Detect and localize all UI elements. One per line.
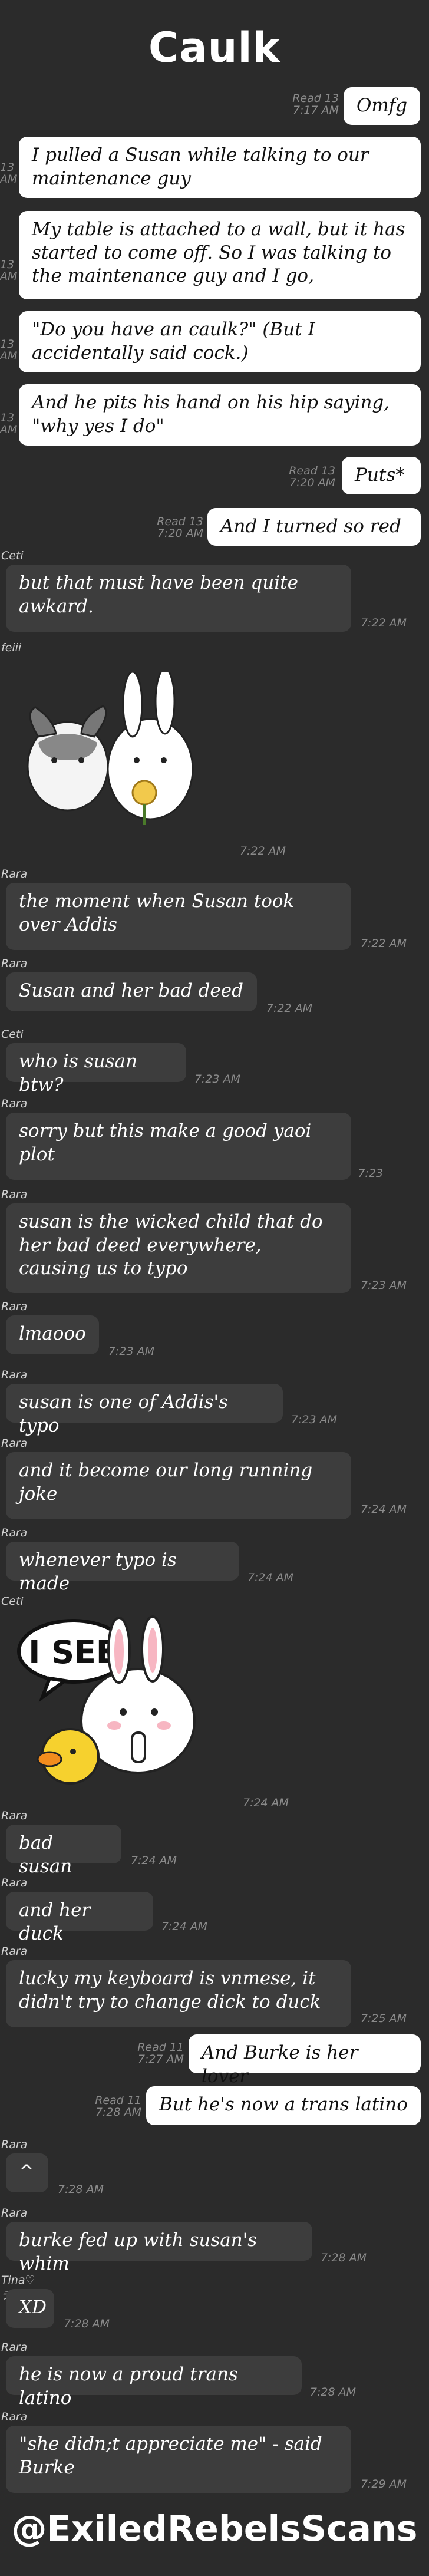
sender-name: Ceti [1,1028,24,1041]
chat-title: Caulk [148,24,280,72]
message-time: 7:22 AM [266,1002,312,1015]
message-bubble[interactable]: And Burke is her lover [189,2034,421,2087]
sender-name: Rara [1,1097,28,1110]
sender-name: Rara [1,868,28,880]
message-bubble[interactable]: But he's now a trans latino [146,2086,421,2125]
message-bubble[interactable]: "she didn;t appreciate me" - said Burke [6,2426,351,2493]
read-receipt: 13 AM [0,258,18,283]
message-time: 7:23 AM [291,1413,337,1426]
i-see-sticker[interactable]: I SEE [14,1615,214,1792]
message-bubble[interactable]: "Do you have an caulk?" (But I accidenta… [19,311,421,372]
message-bubble[interactable]: who is susan btw? [6,1043,186,1096]
sender-name: Rara [1,2138,28,2151]
message-bubble[interactable]: lmaooo [6,1315,99,1354]
sender-name: Rara [1,957,28,970]
message-bubble[interactable]: whenever typo is made [6,1542,239,1594]
message-time: 7:28 AM [320,2251,367,2264]
message-time: 7:29 AM [360,2478,407,2491]
message-bubble[interactable]: susan is one of Addis's typo [6,1384,283,1436]
message-time: 7:22 AM [239,845,286,857]
message-time: 7:25 AM [360,2012,407,2025]
sender-name: Rara [1,1300,28,1313]
message-time: 7:24 AM [242,1796,289,1809]
read-receipt: 13 AM [0,338,18,362]
sender-name: Ceti [1,549,24,562]
sender-name: Rara [1,1188,28,1201]
message-bubble[interactable]: the moment when Susan took over Addis [6,883,351,950]
message-time: 7:24 AM [360,1503,407,1516]
read-receipt: Read 13 7:17 AM [292,92,339,117]
message-bubble[interactable]: And I turned so red [207,508,421,546]
message-bubble[interactable]: he is now a proud trans latino [6,2356,302,2409]
sender-name: feiii [1,641,22,654]
message-time: 7:28 AM [57,2183,104,2196]
bunnies-sticker[interactable] [12,668,212,837]
sender-name: Rara [1,2206,28,2219]
sender-name: Rara [1,1809,28,1822]
message-bubble[interactable]: susan is the wicked child that do her ba… [6,1203,351,1293]
read-receipt: Read 13 7:20 AM [157,515,203,540]
message-bubble[interactable]: lucky my keyboard is vnmese, it didn't t… [6,1960,351,2027]
message-time: 7:24 AM [161,1920,207,1933]
read-receipt: Read 11 7:28 AM [95,2094,141,2119]
message-bubble[interactable]: My table is attached to a wall, but it h… [19,211,421,299]
message-bubble[interactable]: Omfg [344,87,420,125]
sender-name: Rara [1,2341,28,2354]
message-time: 7:23 AM [108,1345,154,1358]
sticker-text: I SEE [28,1634,118,1671]
sender-name: Rara [1,2410,28,2423]
message-bubble[interactable]: but that must have been quite awkard. [6,565,351,632]
read-receipt: 13 AM [0,411,18,436]
message-bubble[interactable]: and it become our long running joke [6,1452,351,1519]
sender-name: Ceti [1,1595,24,1608]
message-time: 7:24 AM [130,1854,177,1867]
message-time: 7:23 AM [360,1279,407,1292]
read-receipt: Read 13 7:20 AM [289,464,335,489]
message-bubble[interactable]: Susan and her bad deed [6,972,257,1011]
sender-name: Rara [1,1876,28,1889]
message-time: 7:28 AM [309,2386,356,2399]
message-bubble[interactable]: bad susan [6,1825,121,1877]
message-time: 7:23 AM [194,1073,240,1086]
message-time: 7:22 AM [360,937,407,950]
message-time: 7:23 [358,1167,383,1180]
message-bubble[interactable]: and her duck [6,1892,153,1944]
message-time: 7:24 AM [247,1571,293,1584]
message-bubble[interactable]: And he pits his hand on his hip saying, … [19,384,421,446]
read-receipt: Read 11 7:27 AM [137,2041,184,2066]
message-bubble[interactable]: XD [6,2289,54,2328]
message-time: 7:28 AM [63,2317,110,2330]
message-bubble[interactable]: burke fed up with susan's whim [6,2222,312,2274]
message-bubble[interactable]: ^ [6,2153,48,2192]
message-bubble[interactable]: I pulled a Susan while talking to our ma… [19,137,421,198]
sender-name: Rara [1,1368,28,1381]
watermark: @ExiledRebelsScans [11,2508,418,2549]
message-bubble[interactable]: sorry but this make a good yaoi plot [6,1113,351,1180]
sender-name: Rara [1,1945,28,1958]
message-time: 7:22 AM [360,616,407,629]
sender-name: Rara [1,1437,28,1450]
sender-name: Rara [1,1526,28,1539]
read-receipt: 13 AM [0,161,18,186]
message-bubble[interactable]: Puts* [342,457,421,494]
